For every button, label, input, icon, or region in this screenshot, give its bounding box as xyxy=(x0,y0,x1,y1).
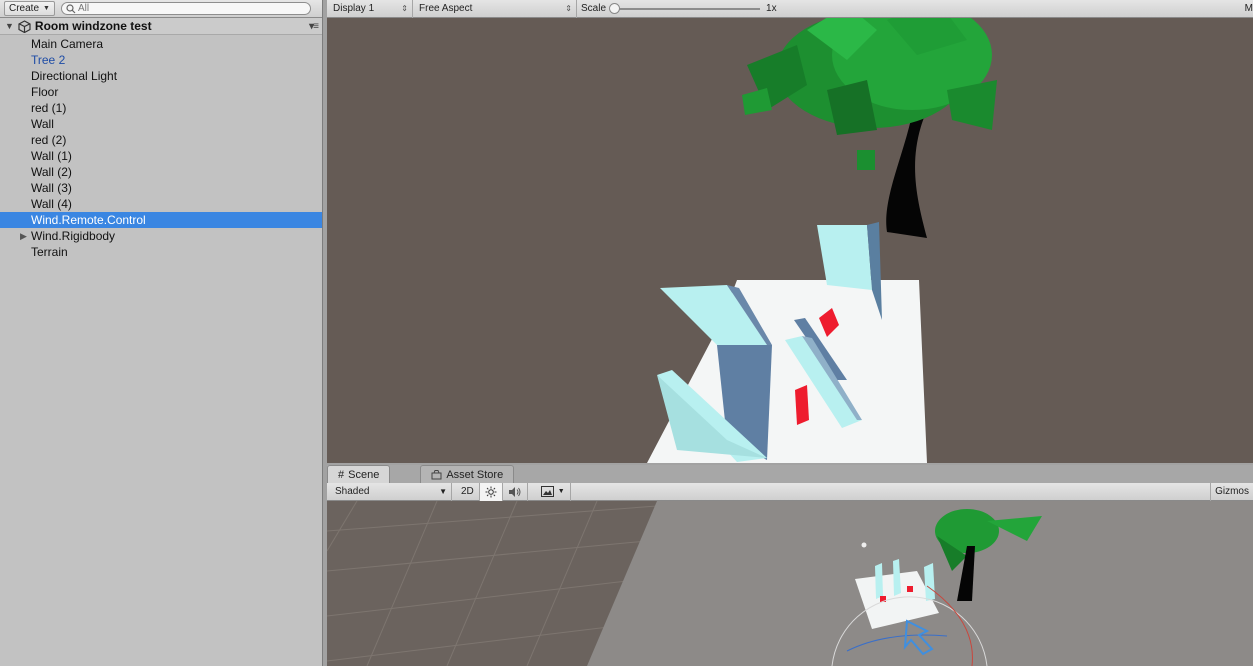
hierarchy-item[interactable]: Tree 2 xyxy=(0,52,322,68)
wall xyxy=(875,563,883,599)
hierarchy-item[interactable]: Wall (3) xyxy=(0,180,322,196)
hierarchy-item[interactable]: Wall xyxy=(0,116,322,132)
create-button[interactable]: Create ▼ xyxy=(4,1,55,16)
tab-asset-store[interactable]: Asset Store xyxy=(420,465,515,483)
hierarchy-toolbar: Create ▼ All xyxy=(0,0,322,18)
hierarchy-item[interactable]: Floor xyxy=(0,84,322,100)
effects-dropdown[interactable]: ▼ xyxy=(536,482,571,501)
store-icon xyxy=(431,469,442,479)
updown-arrow-icon: ⇕ xyxy=(401,4,408,13)
hierarchy-item-label: Wall xyxy=(31,117,54,131)
hierarchy-item[interactable]: red (2) xyxy=(0,132,322,148)
scale-control: Scale 1x xyxy=(577,2,777,14)
aspect-dropdown[interactable]: Free Aspect ⇕ xyxy=(413,0,577,18)
red-block xyxy=(907,586,913,592)
hierarchy-item[interactable]: Wall (4) xyxy=(0,196,322,212)
search-placeholder: All xyxy=(77,3,90,14)
hierarchy-item-label: Wind.Remote.Control xyxy=(31,213,146,227)
shading-mode-dropdown[interactable]: Shaded ▼ xyxy=(327,482,452,501)
game-toolbar: Display 1 ⇕ Free Aspect ⇕ Scale 1x M xyxy=(327,0,1253,18)
unity-editor: Create ▼ All ▼ Room windzone test ▾≡ Mai… xyxy=(0,0,1253,666)
hierarchy-item-label: Wall (3) xyxy=(31,181,72,195)
gizmos-label: Gizmos xyxy=(1215,486,1249,497)
chevron-down-icon: ▼ xyxy=(439,487,447,496)
hierarchy-list: Main Camera Tree 2 Directional Light Flo… xyxy=(0,35,322,260)
tab-scene-label: Scene xyxy=(348,468,380,481)
scene-tab-bar: # Scene Asset Store xyxy=(327,465,1253,483)
hierarchy-item-label: Wall (1) xyxy=(31,149,72,163)
audio-toggle[interactable] xyxy=(503,482,528,501)
hierarchy-item-label: red (1) xyxy=(31,101,67,115)
scale-label: Scale xyxy=(581,3,607,14)
scale-value: 1x xyxy=(766,3,777,14)
speaker-icon xyxy=(508,486,521,497)
hierarchy-item-label: Wall (4) xyxy=(31,197,72,211)
gizmos-dropdown[interactable]: Gizmos xyxy=(1210,482,1253,501)
image-icon xyxy=(540,486,554,497)
scene-render xyxy=(327,501,1253,666)
hierarchy-item-label: Main Camera xyxy=(31,37,104,51)
hierarchy-item-label: Terrain xyxy=(31,245,68,259)
expand-arrow-icon[interactable]: ▼ xyxy=(5,21,14,31)
sun-icon xyxy=(485,486,497,497)
hierarchy-item-label: Floor xyxy=(31,85,59,99)
shading-mode-label: Shaded xyxy=(335,486,370,497)
game-render xyxy=(327,0,1253,463)
hierarchy-item[interactable]: Wall (2) xyxy=(0,164,322,180)
game-view[interactable]: Display 1 ⇕ Free Aspect ⇕ Scale 1x M xyxy=(327,0,1253,463)
grid-icon: # xyxy=(338,468,345,481)
display-dropdown[interactable]: Display 1 ⇕ xyxy=(327,0,413,18)
hierarchy-item[interactable]: Wall (1) xyxy=(0,148,322,164)
tab-scene[interactable]: # Scene xyxy=(327,465,391,483)
display-label: Display 1 xyxy=(333,3,375,14)
hierarchy-item-label: red (2) xyxy=(31,133,67,147)
search-icon xyxy=(66,3,76,13)
scene-name: Room windzone test xyxy=(34,19,152,33)
hierarchy-item-label: Wind.Rigidbody xyxy=(31,229,116,243)
red-block xyxy=(795,385,809,425)
toggle-2d-label: 2D xyxy=(461,486,474,497)
hierarchy-item-label: Directional Light xyxy=(31,69,118,83)
scale-slider[interactable] xyxy=(609,2,761,14)
hierarchy-item[interactable]: Directional Light xyxy=(0,68,322,84)
scene-toolbar: Shaded ▼ 2D ▼ Gizmos xyxy=(327,482,1253,501)
hierarchy-item-label: Tree 2 xyxy=(31,53,66,67)
scene-view[interactable] xyxy=(327,501,1253,666)
scene-root-row[interactable]: ▼ Room windzone test ▾≡ xyxy=(0,18,322,35)
tab-asset-store-label: Asset Store xyxy=(446,468,504,481)
hierarchy-panel: Create ▼ All ▼ Room windzone test ▾≡ Mai… xyxy=(0,0,323,666)
aspect-label: Free Aspect xyxy=(419,3,473,14)
hierarchy-item[interactable]: red (1) xyxy=(0,100,322,116)
create-label: Create xyxy=(9,3,40,14)
maximize-on-play-label[interactable]: M xyxy=(1245,3,1253,14)
hierarchy-item[interactable]: Main Camera xyxy=(0,36,322,52)
hierarchy-item-label: Wall (2) xyxy=(31,165,72,179)
scale-slider-knob[interactable] xyxy=(609,2,621,14)
light-icon xyxy=(861,542,867,548)
unity-logo-icon xyxy=(18,19,31,33)
hierarchy-item[interactable]: ▶ Wind.Rigidbody xyxy=(0,228,322,244)
updown-arrow-icon: ⇕ xyxy=(565,4,572,13)
chevron-down-icon: ▼ xyxy=(43,5,50,12)
hierarchy-item-selected[interactable]: Wind.Remote.Control xyxy=(0,212,322,228)
lighting-toggle[interactable] xyxy=(479,482,503,501)
chevron-down-icon: ▼ xyxy=(557,488,565,495)
expand-arrow-icon[interactable]: ▶ xyxy=(20,231,27,242)
search-input[interactable]: All xyxy=(60,2,311,15)
toggle-2d-button[interactable]: 2D xyxy=(456,482,480,501)
hierarchy-item[interactable]: Terrain xyxy=(0,244,322,260)
scene-menu-icon[interactable]: ▾≡ xyxy=(309,21,319,32)
